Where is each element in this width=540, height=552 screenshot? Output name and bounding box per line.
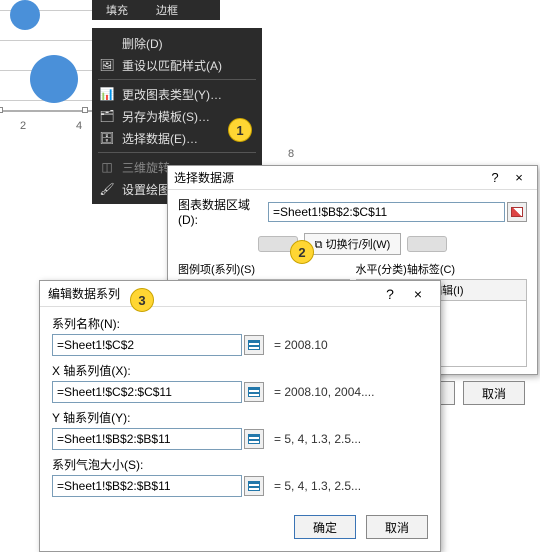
arrow-icon	[407, 236, 447, 252]
delete-icon	[98, 35, 116, 51]
chart-icon: 📊	[98, 86, 116, 102]
dialog-title: 编辑数据系列	[48, 285, 376, 302]
help-button[interactable]: ?	[376, 286, 404, 302]
x-values-input[interactable]: =Sheet1!$C$2:$C$11	[52, 381, 242, 403]
legend-series-header: 图例项(系列)(S)	[178, 259, 350, 279]
menu-separator	[98, 152, 256, 153]
close-button[interactable]: ×	[507, 170, 531, 185]
callout-1: 1	[228, 118, 252, 142]
series-name-label: 系列名称(N):	[52, 315, 428, 332]
axis-tick: 4	[76, 120, 82, 132]
bubble-size-input[interactable]: =Sheet1!$B$2:$B$11	[52, 475, 242, 497]
x-values-label: X 轴系列值(X):	[52, 362, 428, 379]
range-picker-button[interactable]	[507, 202, 527, 222]
switch-row-col-button[interactable]: ⧉ 切换行/列(W)	[304, 233, 402, 255]
axis-tick: 8	[288, 148, 294, 160]
range-picker-button[interactable]	[244, 476, 264, 496]
bubble-size-label: 系列气泡大小(S):	[52, 456, 428, 473]
cancel-button[interactable]: 取消	[366, 515, 428, 539]
menu-label: 重设以匹配样式(A)	[122, 57, 222, 74]
bubble-point	[30, 55, 78, 103]
range-picker-button[interactable]	[244, 335, 264, 355]
menu-label: 三维旋转	[122, 159, 170, 176]
bubble-point	[10, 0, 40, 30]
menu-label: 另存为模板(S)…	[122, 108, 210, 125]
select-data-icon: 🗄	[98, 130, 116, 146]
dialog-titlebar: 编辑数据系列 ? ×	[40, 281, 440, 307]
chart-range-label: 图表数据区域(D):	[178, 196, 268, 227]
menu-delete[interactable]: 删除(D)	[92, 32, 262, 54]
range-picker-button[interactable]	[244, 429, 264, 449]
reset-icon: 🖼	[98, 57, 116, 73]
context-format-strip[interactable]: 填充 边框	[92, 0, 220, 20]
series-name-result: = 2008.10	[274, 338, 328, 352]
axis-tick: 2	[20, 120, 26, 132]
callout-3: 3	[130, 288, 154, 312]
y-values-input[interactable]: =Sheet1!$B$2:$B$11	[52, 428, 242, 450]
border-label[interactable]: 边框	[142, 2, 192, 18]
format-icon: 🖌	[98, 181, 116, 197]
y-values-result: = 5, 4, 1.3, 2.5...	[274, 432, 361, 446]
close-button[interactable]: ×	[404, 286, 432, 302]
axis-labels-header: 水平(分类)轴标签(C)	[356, 259, 528, 279]
cancel-button[interactable]: 取消	[463, 381, 525, 405]
dialog-title: 选择数据源	[174, 169, 483, 186]
menu-separator	[98, 79, 256, 80]
menu-label: 删除(D)	[122, 35, 163, 52]
menu-label: 更改图表类型(Y)…	[122, 86, 222, 103]
range-picker-button[interactable]	[244, 382, 264, 402]
save-template-icon: 🗂	[98, 108, 116, 124]
bubble-size-result: = 5, 4, 1.3, 2.5...	[274, 479, 361, 493]
selection-handle[interactable]	[82, 107, 88, 113]
menu-reset-style[interactable]: 🖼 重设以匹配样式(A)	[92, 54, 262, 76]
chart-range-input[interactable]: =Sheet1!$B$2:$C$11	[268, 202, 505, 222]
menu-change-chart-type[interactable]: 📊 更改图表类型(Y)…	[92, 83, 262, 105]
rotate-icon: ◫	[98, 159, 116, 175]
series-name-input[interactable]: =Sheet1!$C$2	[52, 334, 242, 356]
y-values-label: Y 轴系列值(Y):	[52, 409, 428, 426]
ok-button[interactable]: 确定	[294, 515, 356, 539]
x-values-result: = 2008.10, 2004....	[274, 385, 374, 399]
fill-label[interactable]: 填充	[92, 2, 142, 18]
selection-handle[interactable]	[0, 107, 3, 113]
dialog-titlebar: 选择数据源 ? ×	[168, 166, 537, 190]
callout-2: 2	[290, 240, 314, 264]
edit-series-dialog: 编辑数据系列 ? × 系列名称(N): =Sheet1!$C$2 = 2008.…	[39, 280, 441, 552]
help-button[interactable]: ?	[483, 170, 507, 185]
menu-label: 选择数据(E)…	[122, 130, 198, 147]
